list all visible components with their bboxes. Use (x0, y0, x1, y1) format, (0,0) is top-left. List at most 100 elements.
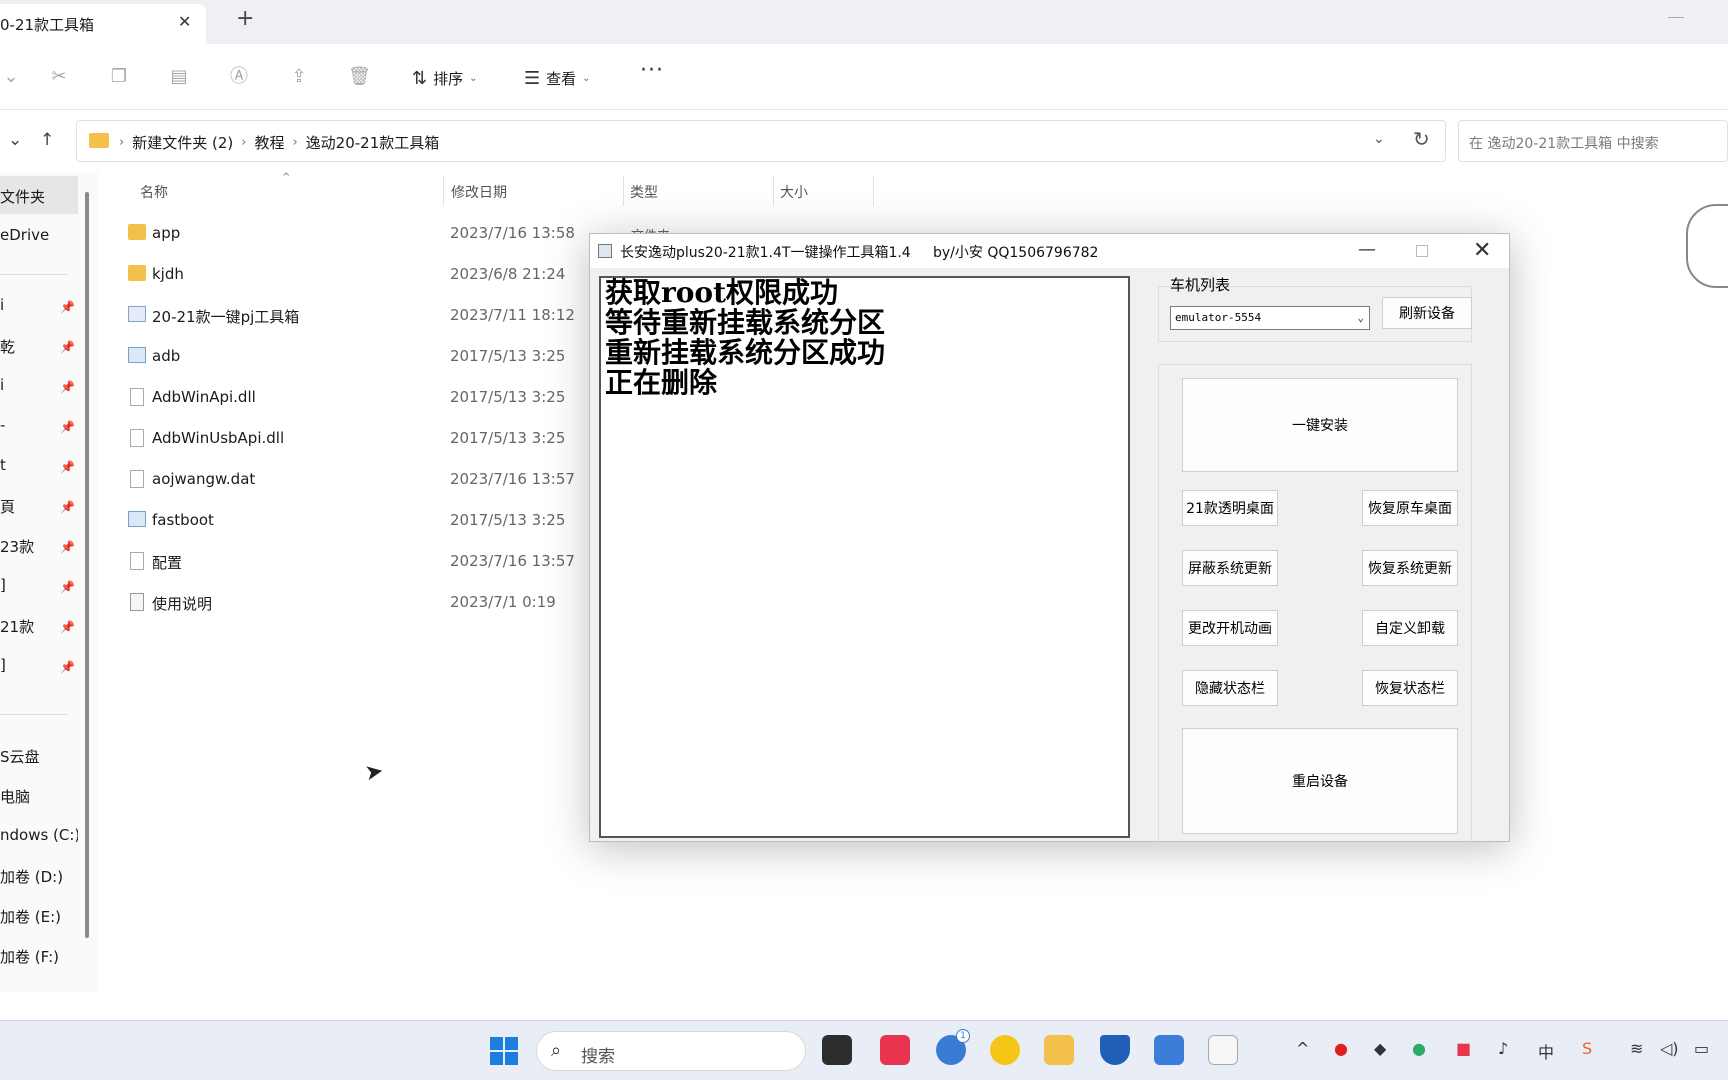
scrollbar[interactable] (85, 192, 89, 938)
chevron-down-icon: ⌄ (582, 72, 591, 84)
log-output[interactable]: 获取root权限成功 等待重新挂载系统分区 重新挂载系统分区成功 正在删除 (599, 276, 1130, 838)
sidebar-item[interactable]: 文件夹 (0, 186, 78, 210)
column-size[interactable]: 大小 (780, 182, 808, 202)
breadcrumb-item[interactable]: 逸动20-21款工具箱 (306, 132, 440, 153)
rename-icon[interactable]: Ⓐ (228, 66, 250, 88)
address-bar[interactable]: › 新建文件夹 (2) › 教程 › 逸动20-21款工具箱 ⌄ ↻ (76, 120, 1446, 162)
battery-icon[interactable]: ▭ (1694, 1039, 1709, 1058)
more-options-button[interactable]: ··· (640, 58, 664, 83)
search-input[interactable]: 在 逸动20-21款工具箱 中搜索 (1458, 120, 1728, 162)
restore-statusbar-button[interactable]: 恢复状态栏 (1362, 670, 1458, 706)
tab-active[interactable]: 0-21款工具箱 ✕ (0, 4, 206, 44)
transparent-desktop-button[interactable]: 21款透明桌面 (1182, 490, 1278, 526)
custom-uninstall-button[interactable]: 自定义卸载 (1362, 610, 1458, 646)
microphone-icon[interactable]: ♪ (1498, 1039, 1508, 1058)
minimize-icon[interactable] (1668, 6, 1684, 18)
sort-label: 排序 (433, 69, 464, 88)
security-shield-icon[interactable] (1100, 1035, 1130, 1065)
divider (0, 274, 68, 275)
copy-icon[interactable]: ❐ (108, 66, 130, 88)
cut-icon[interactable]: ✂ (48, 66, 70, 88)
close-icon[interactable]: ✕ (1473, 238, 1491, 263)
title-bar[interactable]: 长安逸动plus20-21款1.4T一键操作工具箱1.4 by/小安 QQ150… (590, 234, 1509, 268)
folder-icon (128, 265, 146, 281)
record-icon[interactable]: ● (1334, 1039, 1348, 1058)
app-red-icon[interactable] (880, 1035, 910, 1065)
breadcrumb-item[interactable]: 新建文件夹 (2) (132, 132, 233, 153)
sidebar-item[interactable]: S云盘 (0, 746, 78, 770)
sidebar-item[interactable]: ndows (C:) (0, 826, 78, 850)
device-select[interactable]: emulator-5554 ⌄ (1170, 306, 1370, 330)
up-arrow-icon[interactable]: ↑ (40, 130, 54, 150)
table-row[interactable]: AdbWinApi.dll 2017/5/13 3:25 (120, 380, 620, 414)
task-view-icon[interactable] (822, 1035, 852, 1065)
sidebar-item[interactable]: 加卷 (E:) (0, 906, 78, 930)
qq-icon[interactable]: ◆ (1374, 1039, 1386, 1058)
table-row[interactable]: 使用说明 2023/7/1 0:19 (120, 585, 620, 619)
table-row[interactable]: 配置 2023/7/16 13:57 (120, 544, 620, 578)
chevron-down-icon[interactable]: ⌄ (0, 66, 22, 88)
folder-icon (128, 224, 146, 240)
block-update-button[interactable]: 屏蔽系统更新 (1182, 550, 1278, 586)
restore-desktop-button[interactable]: 恢复原车桌面 (1362, 490, 1458, 526)
notepad-icon[interactable] (1154, 1035, 1184, 1065)
table-row[interactable]: AdbWinUsbApi.dll 2017/5/13 3:25 (120, 421, 620, 455)
input-method-icon[interactable]: 中 (1538, 1039, 1554, 1063)
toolbox-app-icon[interactable] (1208, 1035, 1238, 1065)
pin-icon: 📌 (60, 380, 75, 394)
wechat-icon[interactable]: ● (1412, 1039, 1426, 1058)
sogou-tray-icon[interactable]: S (1582, 1039, 1592, 1058)
maximize-icon[interactable] (1416, 245, 1428, 257)
refresh-devices-button[interactable]: 刷新设备 (1382, 297, 1472, 329)
file-date: 2017/5/13 3:25 (450, 388, 566, 406)
table-row[interactable]: fastboot 2017/5/13 3:25 (120, 503, 620, 537)
close-icon[interactable]: ✕ (178, 12, 191, 31)
new-tab-button[interactable]: + (236, 8, 254, 30)
sidebar-item[interactable]: eDrive (0, 226, 78, 250)
table-row[interactable]: adb 2017/5/13 3:25 (120, 339, 620, 373)
file-name: adb (152, 347, 181, 365)
minimize-icon[interactable]: — (1358, 239, 1376, 260)
wifi-icon[interactable]: ≋ (1630, 1039, 1643, 1058)
sidebar-item[interactable]: 加卷 (D:) (0, 866, 78, 890)
hide-statusbar-button[interactable]: 隐藏状态栏 (1182, 670, 1278, 706)
sort-button[interactable]: ⇅ 排序 ⌄ (412, 64, 478, 92)
column-date[interactable]: 修改日期 (451, 182, 507, 202)
column-type[interactable]: 类型 (630, 182, 658, 202)
table-row[interactable]: kjdh 2023/6/8 21:24 (120, 257, 620, 291)
reboot-device-button[interactable]: 重启设备 (1182, 728, 1458, 834)
app-red-icon[interactable]: ■ (1456, 1039, 1471, 1058)
pin-icon: 📌 (60, 420, 75, 434)
file-explorer-icon[interactable] (1044, 1035, 1074, 1065)
recent-locations-icon[interactable]: ⌄ (8, 130, 22, 150)
one-click-install-button[interactable]: 一键安装 (1182, 378, 1458, 472)
file-name: kjdh (152, 265, 184, 283)
chevron-right-icon: › (119, 135, 125, 150)
chat-app-icon[interactable] (990, 1035, 1020, 1065)
toolbox-window: 长安逸动plus20-21款1.4T一键操作工具箱1.4 by/小安 QQ150… (589, 233, 1510, 843)
sogou-icon[interactable]: 1 (936, 1029, 970, 1065)
view-button[interactable]: ☰ 查看 ⌄ (524, 64, 591, 92)
sidebar-item[interactable]: 加卷 (F:) (0, 946, 78, 970)
restore-update-button[interactable]: 恢复系统更新 (1362, 550, 1458, 586)
chevron-down-icon: ⌄ (469, 72, 478, 84)
table-row[interactable]: 20-21款一键pj工具箱 2023/7/11 18:12 (120, 298, 620, 332)
chevron-up-icon[interactable]: ^ (1296, 1039, 1309, 1058)
file-date: 2023/7/11 18:12 (450, 306, 575, 324)
column-name[interactable]: 名称 (140, 182, 168, 202)
table-row[interactable]: aojwangw.dat 2023/7/16 13:57 (120, 462, 620, 496)
taskbar-search[interactable]: ⌕ 搜索 (536, 1031, 806, 1071)
mouse-cursor-icon: ➤ (362, 758, 386, 787)
breadcrumb-item[interactable]: 教程 (254, 132, 284, 153)
volume-icon[interactable]: ◁) (1660, 1039, 1679, 1058)
sidebar-item[interactable]: 电脑 (0, 786, 78, 810)
desktop-pet-icon[interactable] (1686, 204, 1728, 288)
table-row[interactable]: app 2023/7/16 13:58 (120, 216, 620, 250)
share-icon[interactable]: ⇪ (288, 66, 310, 88)
start-button[interactable] (490, 1037, 518, 1065)
chevron-down-icon[interactable]: ⌄ (1373, 131, 1385, 147)
paste-icon[interactable]: ▤ (168, 66, 190, 88)
refresh-icon[interactable]: ↻ (1413, 127, 1430, 151)
change-boot-animation-button[interactable]: 更改开机动画 (1182, 610, 1278, 646)
delete-icon[interactable]: 🗑 (348, 66, 371, 88)
